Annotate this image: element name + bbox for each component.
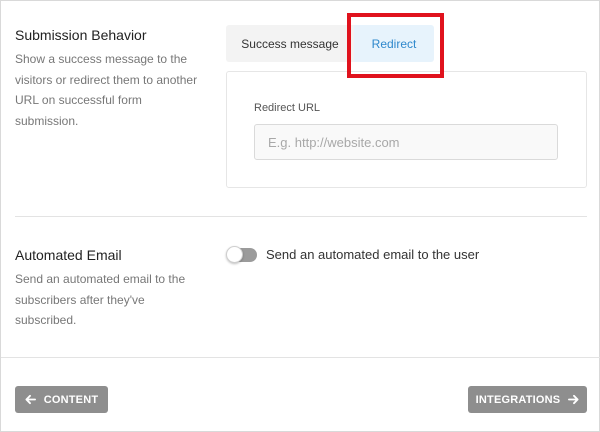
integrations-next-button[interactable]: INTEGRATIONS [468,386,587,413]
integrations-next-button-label: INTEGRATIONS [475,393,561,406]
redirect-url-input[interactable] [254,124,558,160]
settings-panel: Submission Behavior Show a success messa… [0,0,600,432]
footer-divider [1,357,600,358]
content-back-button[interactable]: CONTENT [15,386,108,413]
arrow-right-icon [568,394,579,405]
automated-email-toggle[interactable] [226,246,257,263]
submission-behavior-title: Submission Behavior [15,27,147,43]
content-back-button-label: CONTENT [43,393,99,406]
submission-behavior-description: Show a success message to the visitors o… [15,52,198,128]
arrow-left-icon [25,394,36,405]
submission-behavior-tabs: Success message Redirect [226,25,444,63]
toggle-knob [226,246,243,263]
section-divider [15,216,587,217]
tab-redirect[interactable]: Redirect [354,25,434,62]
automated-email-toggle-label: Send an automated email to the user [266,247,480,262]
redirect-url-label: Redirect URL [254,102,321,114]
tab-success-message[interactable]: Success message [226,25,354,62]
automated-email-description: Send an automated email to the subscribe… [15,272,186,327]
automated-email-title: Automated Email [15,247,122,263]
